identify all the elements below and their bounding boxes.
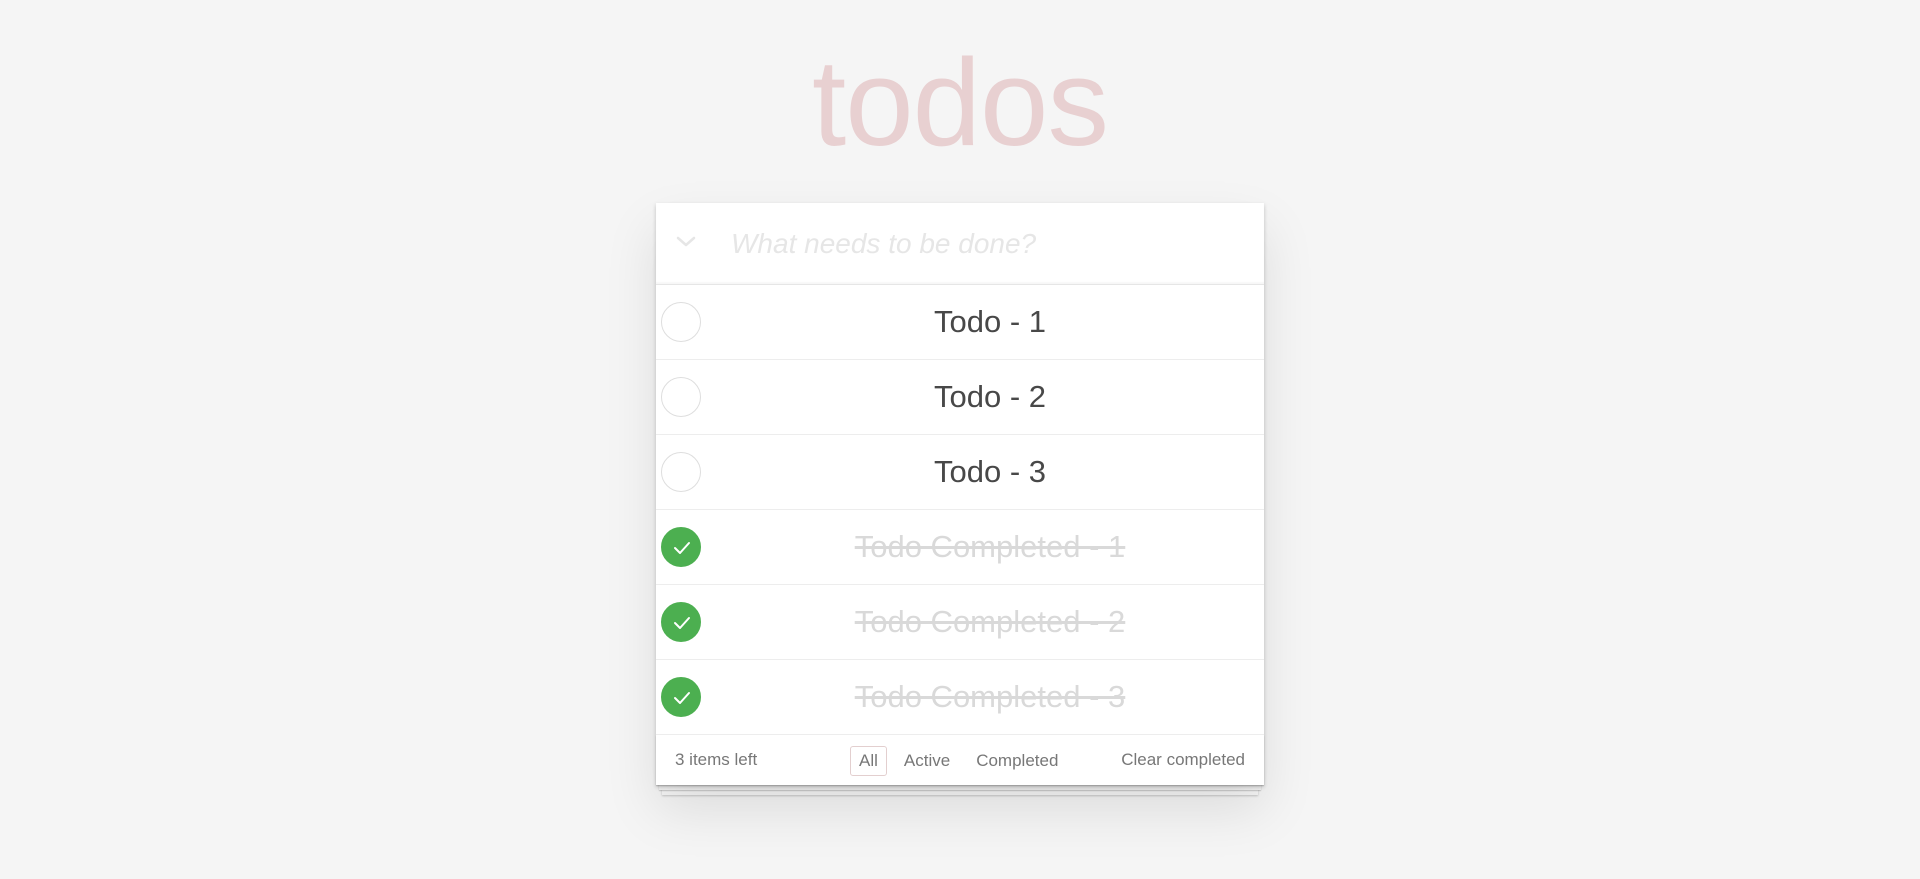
toggle-all-button[interactable] [656, 203, 716, 284]
new-todo-input[interactable] [731, 203, 1231, 284]
header [656, 203, 1264, 285]
todo-item: Todo - 3 [656, 435, 1264, 510]
clear-completed-button[interactable]: Clear completed [1121, 735, 1245, 785]
filter-item: Completed [967, 746, 1067, 776]
chevron-down-icon [675, 234, 697, 253]
todo-item: Todo Completed - 2 [656, 585, 1264, 660]
todo-label[interactable]: Todo - 2 [716, 360, 1264, 434]
items-left-count: 3 items left [675, 750, 758, 769]
filter-all[interactable]: All [850, 746, 887, 776]
footer: 3 items left All Active Completed Clear … [656, 735, 1264, 785]
todo-item: Todo - 1 [656, 285, 1264, 360]
todo-toggle[interactable] [661, 302, 701, 342]
todo-toggle[interactable] [661, 677, 701, 717]
filter-completed[interactable]: Completed [967, 746, 1067, 776]
todo-toggle[interactable] [661, 527, 701, 567]
todo-app: Todo - 1 Todo - 2 Todo - 3 Todo Complete… [656, 203, 1264, 785]
todo-toggle[interactable] [661, 602, 701, 642]
todo-toggle[interactable] [661, 452, 701, 492]
checkmark-icon [674, 542, 690, 554]
todo-label[interactable]: Todo - 3 [716, 435, 1264, 509]
filter-item: Active [895, 746, 959, 776]
todo-list: Todo - 1 Todo - 2 Todo - 3 Todo Complete… [656, 285, 1264, 735]
todo-label[interactable]: Todo - 1 [716, 285, 1264, 359]
checkmark-icon [674, 617, 690, 629]
filters: All Active Completed [846, 746, 1071, 776]
app-title: todos [812, 35, 1109, 172]
todo-label[interactable]: Todo Completed - 3 [716, 660, 1264, 734]
checkmark-icon [674, 692, 690, 704]
filter-item: All [850, 746, 887, 776]
todo-item: Todo Completed - 1 [656, 510, 1264, 585]
todo-item: Todo Completed - 3 [656, 660, 1264, 735]
todo-item: Todo - 2 [656, 360, 1264, 435]
todo-toggle[interactable] [661, 377, 701, 417]
todo-label[interactable]: Todo Completed - 1 [716, 510, 1264, 584]
filter-active[interactable]: Active [895, 746, 959, 776]
todo-label[interactable]: Todo Completed - 2 [716, 585, 1264, 659]
